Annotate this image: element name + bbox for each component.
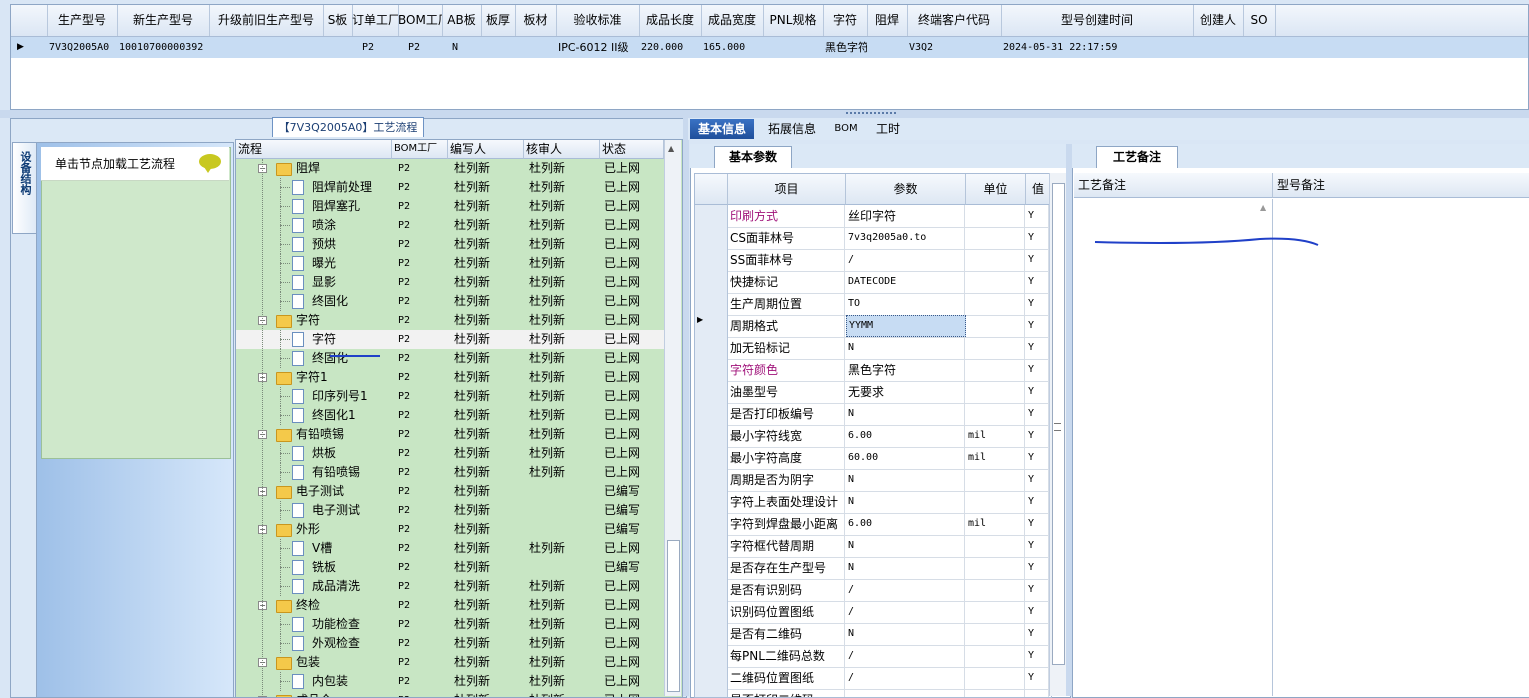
annotation-stroke [330,237,1319,357]
